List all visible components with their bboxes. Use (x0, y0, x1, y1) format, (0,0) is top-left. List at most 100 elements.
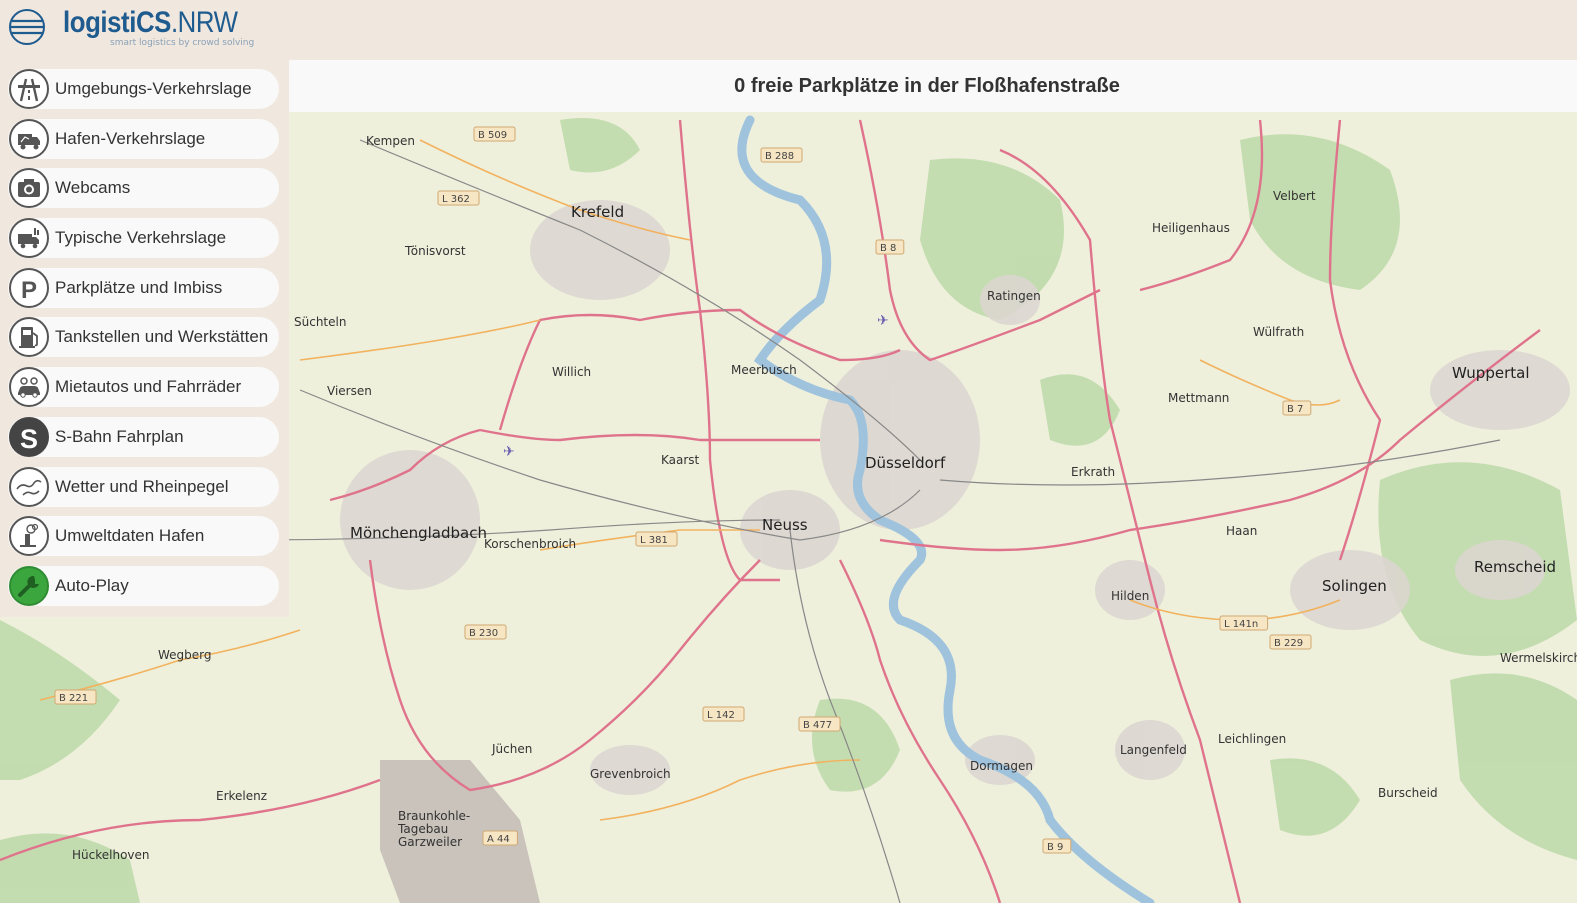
menu-label: Parkplätze und Imbiss (55, 277, 223, 297)
menu-label: Auto-Play (55, 575, 129, 595)
road-badge: L 142 (702, 706, 745, 722)
road-badge: A 44 (482, 830, 518, 846)
menu-item-umweltdaten[interactable]: Umweltdaten Hafen (8, 516, 279, 557)
menu-item-tankstellen[interactable]: Tankstellen und Werkstätten (8, 317, 279, 358)
map-place-label: Wegberg (158, 648, 212, 662)
road-badge: L 381 (635, 531, 678, 547)
logo-bold: logistiCS (63, 6, 171, 39)
menu-item-webcams[interactable]: Webcams (8, 168, 279, 209)
truck-icon (9, 118, 49, 159)
menu-item-typische-verkehrslage[interactable]: Typische Verkehrslage (8, 218, 279, 259)
map-place-label: Düsseldorf (865, 454, 946, 472)
road-badge: L 362 (437, 190, 480, 206)
svg-text:B 509: B 509 (478, 130, 507, 141)
map-place-label: Krefeld (571, 203, 624, 221)
map-place-label: Solingen (1322, 577, 1387, 595)
road-badge: B 7 (1282, 400, 1312, 416)
map-place-label: Willich (552, 365, 591, 379)
road-badge: B 509 (473, 126, 516, 142)
menu-item-umgebungs-verkehrslage[interactable]: Umgebungs-Verkehrslage (8, 69, 279, 109)
map-place-label: Wuppertal (1452, 364, 1529, 382)
menu-label: Webcams (55, 178, 131, 198)
sbahn-icon: S (9, 416, 49, 457)
page-title: 0 freie Parkplätze in der Floßhafenstraß… (734, 74, 1120, 97)
map-place-label: Jüchen (491, 742, 532, 756)
menu-label: Wetter und Rheinpegel (55, 476, 229, 496)
map-place-label: Grevenbroich (590, 767, 671, 781)
map-place-label: Velbert (1273, 189, 1316, 203)
logo-tagline: smart logistics by crowd solving (110, 38, 255, 48)
parking-icon: P (9, 267, 49, 308)
svg-text:B 477: B 477 (803, 720, 832, 731)
airport-icon: ✈ (877, 312, 889, 328)
svg-text:L 142: L 142 (707, 710, 735, 721)
menu-item-sbahn[interactable]: S S-Bahn Fahrplan (8, 416, 279, 457)
logo-light: .NRW (170, 6, 238, 39)
svg-text:L 381: L 381 (640, 535, 668, 546)
autoplay-icon (9, 565, 49, 606)
svg-text:B 229: B 229 (1274, 638, 1303, 649)
menu-label: Mietautos und Fahrräder (55, 377, 242, 397)
highway-icon (9, 69, 49, 109)
app-header: logistiCS.NRW smart logistics by crowd s… (0, 0, 1577, 60)
map-place-label: Kempen (366, 134, 415, 148)
svg-text:L 141n: L 141n (1224, 619, 1258, 630)
map-place-label: Erkelenz (216, 789, 267, 803)
map-place-label: Tönisvorst (404, 244, 466, 258)
map-place-label: Ratingen (987, 289, 1041, 303)
map-place-label: Erkrath (1071, 465, 1115, 479)
menu-item-wetter[interactable]: Wetter und Rheinpegel (8, 466, 279, 507)
map-place-label: Heiligenhaus (1152, 221, 1230, 235)
menu-label: Hafen-Verkehrslage (55, 128, 206, 148)
logo-text: logistiCS.NRW (63, 6, 238, 40)
environment-icon (9, 516, 49, 557)
svg-text:A 44: A 44 (487, 834, 510, 845)
map-place-label: Braunkohle- (398, 809, 470, 823)
map-place-label: Wermelskirch (1500, 651, 1577, 665)
map-place-label: Kaarst (661, 453, 700, 467)
road-badge: B 221 (54, 689, 97, 705)
menu-item-parkplaetze[interactable]: P Parkplätze und Imbiss (8, 267, 279, 308)
map-place-label: Dormagen (970, 759, 1033, 773)
map-place-label: Mettmann (1168, 391, 1229, 405)
svg-text:B 7: B 7 (1287, 404, 1303, 415)
svg-text:B 8: B 8 (880, 243, 896, 254)
svg-text:P: P (21, 277, 37, 302)
map-place-label: Leichlingen (1218, 732, 1286, 746)
menu-label: S-Bahn Fahrplan (55, 426, 184, 446)
map-place-label: Langenfeld (1120, 743, 1187, 757)
menu-item-hafen-verkehrslage[interactable]: Hafen-Verkehrslage (8, 118, 279, 159)
map-place-label: Remscheid (1474, 558, 1556, 576)
map-place-label: Wülfrath (1253, 325, 1304, 339)
menu-label: Umgebungs-Verkehrslage (55, 79, 252, 98)
map-place-label: Meerbusch (731, 363, 797, 377)
menu-item-mietautos[interactable]: Mietautos und Fahrräder (8, 367, 279, 408)
road-badge: B 9 (1042, 838, 1072, 854)
menu-item-auto-play[interactable]: Auto-Play (8, 565, 279, 606)
map-place-label: Hückelhoven (72, 848, 150, 862)
menu-label: Umweltdaten Hafen (55, 526, 205, 546)
camera-icon (9, 168, 49, 209)
map-place-label: Tagebau (397, 822, 448, 836)
map-place-label: Garzweiler (398, 835, 462, 849)
road-badge: B 477 (798, 716, 841, 732)
truck-chart-icon (9, 218, 49, 259)
logo-icon (9, 9, 45, 45)
svg-text:B 288: B 288 (765, 151, 794, 162)
road-badge: B 288 (760, 147, 803, 163)
side-menu: Umgebungs-Verkehrslage Hafen-Verkehrslag… (0, 60, 289, 617)
svg-text:B 9: B 9 (1047, 842, 1063, 853)
svg-text:L 362: L 362 (442, 194, 470, 205)
road-badge: B 229 (1269, 634, 1312, 650)
road-badge: B 230 (464, 624, 507, 640)
map-place-label: Haan (1226, 524, 1257, 538)
svg-text:S: S (20, 424, 38, 451)
car-bike-icon (9, 367, 49, 408)
map-place-label: Hilden (1111, 589, 1149, 603)
map-place-label: Burscheid (1378, 786, 1438, 800)
svg-text:B 230: B 230 (469, 628, 498, 639)
weather-icon (9, 466, 49, 507)
map-place-label: Korschenbroich (484, 537, 576, 551)
map-place-label: Süchteln (294, 315, 346, 329)
menu-label: Typische Verkehrslage (55, 228, 227, 248)
